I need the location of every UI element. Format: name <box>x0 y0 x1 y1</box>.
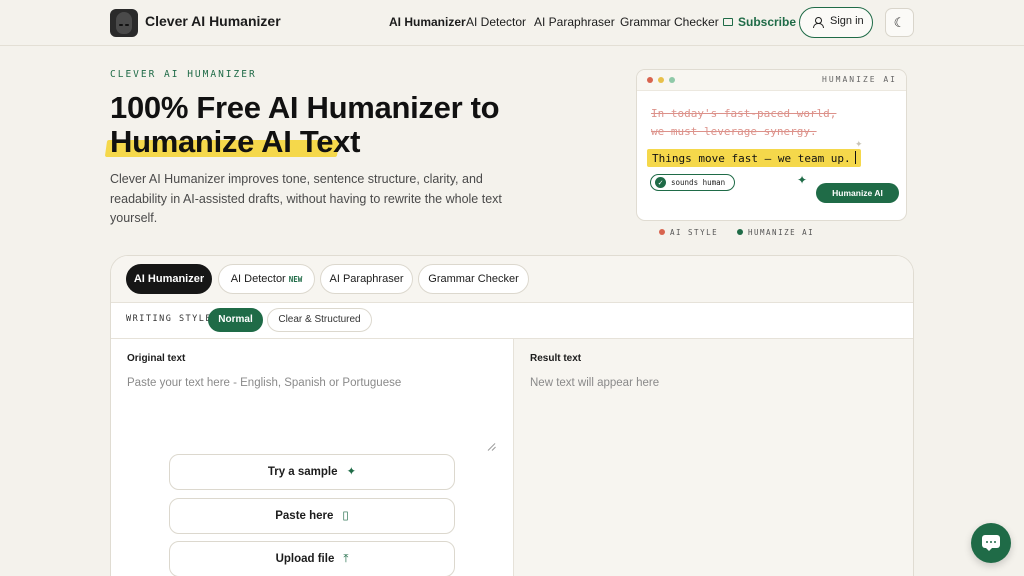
hero-title-line2: Humanize AI Text <box>110 124 361 159</box>
hero-eyebrow: CLEVER AI HUMANIZER <box>110 69 257 80</box>
legend-ai-style: AI STYLE <box>659 228 718 237</box>
logo-icon[interactable] <box>110 9 138 37</box>
result-text-pane: Result text New text will appear here <box>513 339 913 576</box>
sign-in-label: Sign in <box>830 15 864 27</box>
yellow-dot-icon <box>658 77 664 83</box>
tab-ai-paraphraser[interactable]: AI Paraphraser <box>320 264 413 294</box>
user-icon <box>813 17 824 28</box>
humanized-text-line: Things move fast — we team up. <box>647 149 862 167</box>
sparkle-icon: ✦ <box>797 173 808 187</box>
new-badge: NEW <box>288 275 303 284</box>
original-text-pane[interactable]: Original text Paste your text here - Eng… <box>111 339 513 576</box>
humanize-ai-button[interactable]: Humanize AI <box>816 183 899 203</box>
red-dot-icon <box>659 229 665 235</box>
chat-button[interactable] <box>971 523 1011 563</box>
writing-style-row: WRITING STYLE Normal Clear & Structured <box>111 303 913 339</box>
result-text-output: New text will appear here <box>530 377 660 389</box>
legend-ai-style-label: AI STYLE <box>670 228 719 237</box>
subscribe-label: Subscribe <box>738 15 797 29</box>
tab-ai-humanizer[interactable]: AI Humanizer <box>126 264 212 294</box>
upload-file-button[interactable]: Upload file ⤒ <box>169 541 455 576</box>
green-dot-icon <box>669 77 675 83</box>
preview-titlebar: HUMANIZE AI <box>637 70 906 91</box>
top-header: Clever AI Humanizer AI Humanizer AI Dete… <box>0 0 1024 46</box>
chat-bubble-icon <box>982 535 1000 551</box>
original-text-label: Original text <box>127 353 186 364</box>
legend-humanize-ai: HUMANIZE AI <box>737 228 814 237</box>
original-text-input[interactable]: Paste your text here - English, Spanish … <box>127 377 401 389</box>
sounds-human-label: sounds human <box>671 178 726 187</box>
sign-in-button[interactable]: Sign in <box>799 7 873 38</box>
brand-name[interactable]: Clever AI Humanizer <box>145 13 281 29</box>
nav-ai-paraphraser[interactable]: AI Paraphraser <box>534 15 615 29</box>
upload-icon: ⤒ <box>343 553 349 565</box>
style-normal-button[interactable]: Normal <box>208 308 263 332</box>
preview-title: HUMANIZE AI <box>822 75 897 84</box>
try-sample-button[interactable]: Try a sample ✦ <box>169 454 455 490</box>
nav-ai-humanizer[interactable]: AI Humanizer <box>389 15 466 29</box>
preview-card: HUMANIZE AI In today's fast-paced world,… <box>636 69 907 221</box>
nav-ai-detector[interactable]: AI Detector <box>466 15 526 29</box>
green-dot-icon <box>737 229 743 235</box>
tool-tabs: AI Humanizer AI Detector NEW AI Paraphras… <box>111 256 913 303</box>
ai-text-line2: we must leverage synergy. <box>651 125 817 138</box>
tab-ai-detector[interactable]: AI Detector NEW <box>218 264 315 294</box>
sounds-human-badge: ✓ sounds human <box>650 174 736 191</box>
resize-handle-icon[interactable] <box>488 443 496 451</box>
humanizer-tool-panel: AI Humanizer AI Detector NEW AI Paraphras… <box>110 255 914 576</box>
paste-here-button[interactable]: Paste here ▯ <box>169 498 455 534</box>
text-caret <box>854 151 857 164</box>
hero-title-line1: 100% Free AI Humanizer to <box>110 90 500 125</box>
check-icon: ✓ <box>655 177 666 188</box>
legend-humanize-ai-label: HUMANIZE AI <box>748 228 815 237</box>
tab-grammar-checker[interactable]: Grammar Checker <box>418 264 529 294</box>
tab-ai-detector-label: AI Detector <box>230 273 286 285</box>
sparkle-icon: ✦ <box>346 466 357 478</box>
ai-text-line1: In today's fast-paced world, <box>651 107 837 120</box>
hero-subtitle: Clever AI Humanizer improves tone, sente… <box>110 172 502 225</box>
red-dot-icon <box>647 77 653 83</box>
writing-style-label: WRITING STYLE <box>126 314 213 324</box>
moon-icon[interactable]: ☾ <box>885 8 914 37</box>
mail-icon <box>723 18 733 26</box>
paste-here-label: Paste here <box>275 510 334 522</box>
try-sample-label: Try a sample <box>267 466 338 478</box>
subscribe-link[interactable]: Subscribe <box>723 15 796 29</box>
nav-grammar-checker[interactable]: Grammar Checker <box>620 15 719 29</box>
upload-file-label: Upload file <box>275 553 335 565</box>
style-clear-structured-button[interactable]: Clear & Structured <box>267 308 372 332</box>
humanized-text: Things move fast — we team up. <box>652 152 851 165</box>
result-text-label: Result text <box>530 353 582 364</box>
clipboard-icon: ▯ <box>342 510 349 522</box>
